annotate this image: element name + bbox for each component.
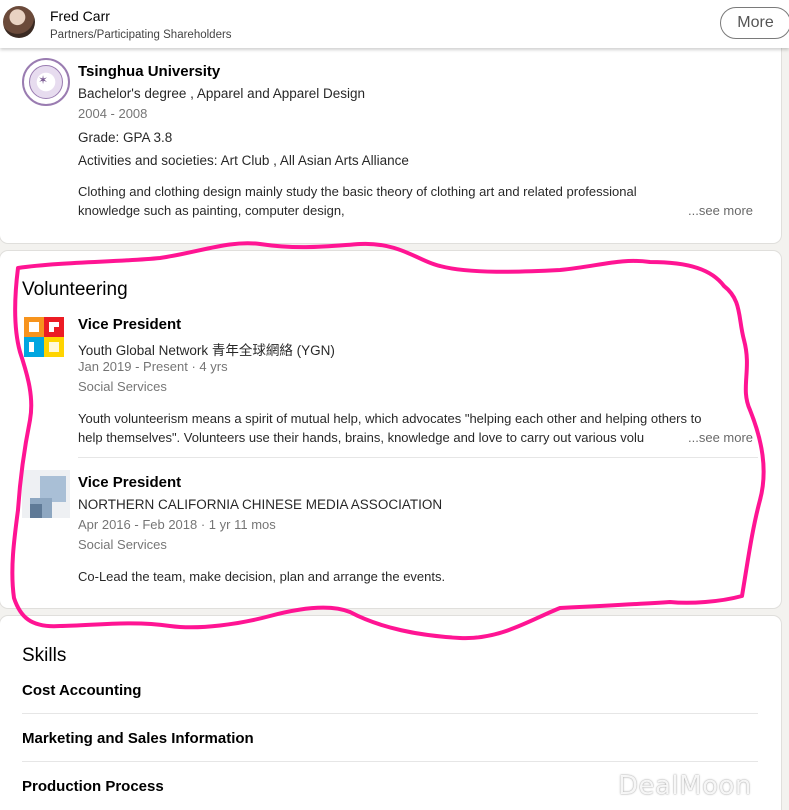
volunteering-1-description-line2: help themselves". Volunteers use their h… xyxy=(78,430,645,445)
volunteering-divider xyxy=(78,457,758,458)
ygn-logo-icon[interactable] xyxy=(22,313,68,359)
profile-sticky-header: Fred Carr Partners/Participating Shareho… xyxy=(0,0,789,48)
volunteering-2-cause: Social Services xyxy=(78,537,167,552)
volunteering-2-dates: Apr 2016 - Feb 2018 · 1 yr 11 mos xyxy=(78,517,276,532)
volunteering-heading: Volunteering xyxy=(22,279,128,300)
education-grade: Grade: GPA 3.8 xyxy=(78,130,173,145)
tsinghua-logo-icon[interactable]: ✶ xyxy=(22,58,70,106)
education-school[interactable]: Tsinghua University xyxy=(78,63,220,80)
volunteering-1-see-more-link[interactable]: ...see more xyxy=(684,430,754,445)
volunteering-1-role: Vice President xyxy=(78,316,182,333)
skills-heading: Skills xyxy=(22,645,67,666)
skill-divider xyxy=(22,713,758,714)
education-degree: Bachelor's degree , Apparel and Apparel … xyxy=(78,86,366,101)
volunteering-2-role: Vice President xyxy=(78,474,182,491)
ncmca-logo-icon[interactable] xyxy=(22,470,70,518)
volunteering-1-dates: Jan 2019 - Present · 4 yrs xyxy=(78,359,228,374)
education-activities: Activities and societies: Art Club , All… xyxy=(78,153,409,168)
education-dates: 2004 - 2008 xyxy=(78,106,148,121)
volunteering-1-org[interactable]: Youth Global Network 青年全球網絡 (YGN) xyxy=(78,339,335,359)
volunteering-1-cause: Social Services xyxy=(78,379,167,394)
dealmoon-watermark: DealMoon xyxy=(618,771,752,801)
skill-item[interactable]: Marketing and Sales Information xyxy=(22,730,254,747)
volunteering-1-description-line1: Youth volunteerism means a spirit of mut… xyxy=(78,411,702,426)
profile-name[interactable]: Fred Carr xyxy=(50,8,110,24)
profile-avatar[interactable] xyxy=(3,6,35,38)
education-description-line2: knowledge such as painting, computer des… xyxy=(78,203,345,218)
profile-headline: Partners/Participating Shareholders xyxy=(50,29,232,41)
education-see-more-link[interactable]: ...see more xyxy=(684,203,754,218)
skill-item[interactable]: Production Process xyxy=(22,778,164,795)
volunteering-2-org[interactable]: NORTHERN CALIFORNIA CHINESE MEDIA ASSOCI… xyxy=(78,497,442,512)
skill-divider xyxy=(22,761,758,762)
volunteering-2-description: Co-Lead the team, make decision, plan an… xyxy=(78,569,446,584)
education-description-line1: Clothing and clothing design mainly stud… xyxy=(78,184,637,199)
skill-item[interactable]: Cost Accounting xyxy=(22,682,141,699)
more-button[interactable]: More xyxy=(720,7,789,39)
